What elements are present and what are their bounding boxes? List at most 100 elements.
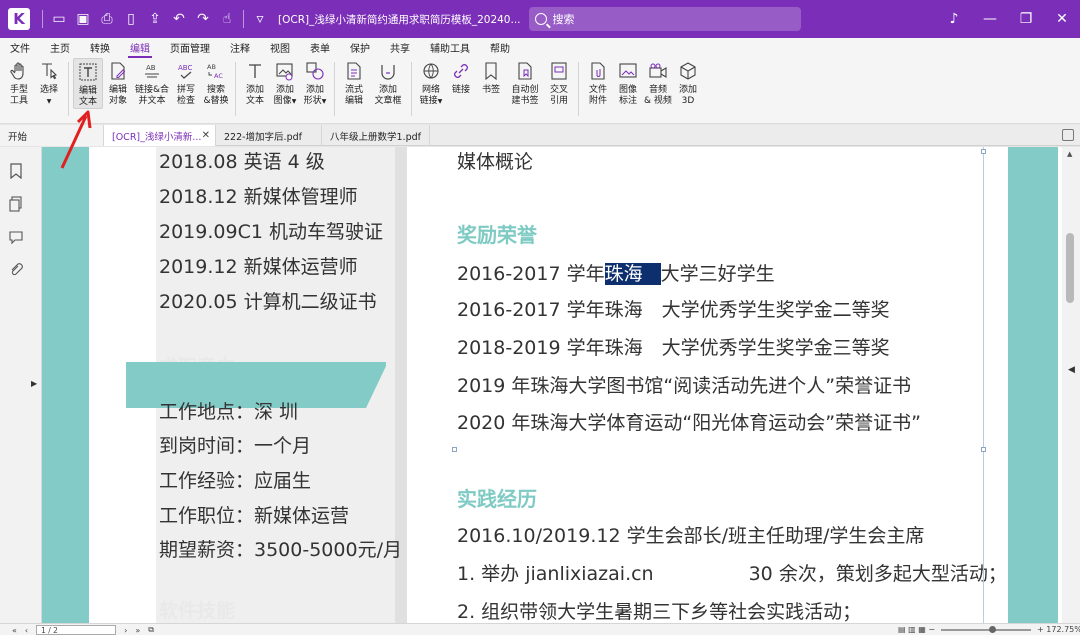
audio-video-button[interactable]: 音频 & 视频 bbox=[643, 58, 673, 107]
print-icon[interactable]: ⎙ bbox=[95, 7, 119, 31]
notification-bell-icon[interactable]: ♪ bbox=[936, 11, 972, 27]
resize-handle[interactable] bbox=[981, 149, 986, 154]
open-folder-icon[interactable]: ▭ bbox=[47, 7, 71, 31]
file-attachment-button[interactable]: 文件 附件 bbox=[583, 58, 613, 107]
add-3d-button[interactable]: 添加 3D bbox=[673, 58, 703, 107]
job-location[interactable]: 工作地点：深 圳 bbox=[159, 397, 298, 424]
select-tool-button[interactable]: 选择 ▼ bbox=[34, 58, 64, 107]
menu-accessibility[interactable]: 辅助工具 bbox=[420, 40, 480, 58]
flow-edit-button[interactable]: 流式 编辑 bbox=[339, 58, 369, 107]
comments-panel-icon[interactable] bbox=[9, 229, 23, 245]
web-link-button[interactable]: 网络 链接▼ bbox=[416, 58, 446, 107]
redo-icon[interactable]: ↷ bbox=[191, 7, 215, 31]
menu-form[interactable]: 表单 bbox=[300, 40, 340, 58]
single-page-view-icon[interactable]: ▤ bbox=[898, 625, 906, 634]
menu-convert[interactable]: 转换 bbox=[80, 40, 120, 58]
edit-object-button[interactable]: 编辑 对象 bbox=[103, 58, 133, 107]
cert-line-1[interactable]: 2018.08 英语 4 级 bbox=[159, 147, 325, 174]
cert-line-4[interactable]: 2019.12 新媒体运营师 bbox=[159, 252, 358, 279]
practice-line-3[interactable]: 2. 组织带领大学生暑期三下乡等社会实践活动； bbox=[457, 597, 861, 623]
job-experience[interactable]: 工作经验：应届生 bbox=[159, 466, 311, 493]
quick-access-dropdown-icon[interactable]: ▿ bbox=[248, 7, 272, 31]
edit-text-button[interactable]: 编辑 文本 bbox=[73, 58, 103, 109]
cert-line-5[interactable]: 2020.05 计算机二级证书 bbox=[159, 287, 377, 314]
job-salary[interactable]: 期望薪资：3500-5000元/月 bbox=[159, 535, 402, 562]
tab-current-document[interactable]: [OCR]_浅绿小清新... ✕ bbox=[104, 125, 216, 146]
menu-edit[interactable]: 编辑 bbox=[120, 40, 160, 58]
close-button[interactable]: ✕ bbox=[1044, 11, 1080, 27]
scroll-thumb[interactable] bbox=[1066, 233, 1074, 303]
menu-protect[interactable]: 保护 bbox=[340, 40, 380, 58]
menu-help[interactable]: 帮助 bbox=[480, 40, 520, 58]
first-page-icon[interactable]: « bbox=[12, 626, 17, 635]
continuous-view-icon[interactable]: ▥ bbox=[908, 625, 916, 634]
job-start-time[interactable]: 到岗时间：一个月 bbox=[159, 431, 311, 458]
prev-page-icon[interactable]: ‹ bbox=[25, 626, 28, 635]
practice-heading[interactable]: 实践经历 bbox=[457, 483, 537, 512]
resize-handle[interactable] bbox=[981, 447, 986, 452]
tab-document-2[interactable]: 222-增加字后.pdf bbox=[216, 125, 322, 146]
zoom-slider[interactable] bbox=[941, 625, 1032, 633]
tab-menu-icon[interactable] bbox=[1062, 129, 1074, 141]
hand-tool-button[interactable]: 手型 工具 bbox=[4, 58, 34, 107]
menu-home[interactable]: 主页 bbox=[40, 40, 80, 58]
search-box[interactable]: 搜索 bbox=[528, 7, 801, 31]
add-textbox-button[interactable]: 添加 文章框 bbox=[369, 58, 407, 107]
award-line-3[interactable]: 2018-2019 学年珠海 大学优秀学生奖学金三等奖 bbox=[457, 333, 890, 360]
award-line-1[interactable]: 2016-2017 学年珠海 大学三好学生 bbox=[457, 259, 775, 286]
menu-share[interactable]: 共享 bbox=[380, 40, 420, 58]
save-icon[interactable]: ▣ bbox=[71, 7, 95, 31]
attachments-panel-icon[interactable] bbox=[9, 262, 23, 278]
award-line-2[interactable]: 2016-2017 学年珠海 大学优秀学生奖学金二等奖 bbox=[457, 295, 890, 322]
search-replace-button[interactable]: AB AC 搜索 &替换 bbox=[201, 58, 231, 107]
auto-bookmark-button[interactable]: 自动创 建书签 bbox=[506, 58, 544, 107]
right-panel-toggle-icon[interactable]: ◀ bbox=[1068, 365, 1075, 375]
zoom-in-icon[interactable]: + bbox=[1037, 625, 1044, 634]
awards-heading[interactable]: 奖励荣誉 bbox=[457, 219, 537, 248]
resize-handle[interactable] bbox=[452, 447, 457, 452]
tab-document-3[interactable]: 八年级上册数学1.pdf bbox=[322, 125, 430, 146]
software-skills-heading[interactable]: 软件技能 bbox=[159, 596, 235, 623]
menu-comment[interactable]: 注释 bbox=[220, 40, 260, 58]
award-line-5[interactable]: 2020 年珠海大学体育运动“阳光体育运动会”荣誉证书” bbox=[457, 408, 921, 435]
bookmark-button[interactable]: 书签 bbox=[476, 58, 506, 96]
cert-line-3[interactable]: 2019.09C1 机动车驾驶证 bbox=[159, 217, 383, 244]
add-text-button[interactable]: 添加 文本 bbox=[240, 58, 270, 107]
course-line[interactable]: 媒体概论 bbox=[457, 147, 533, 174]
next-page-icon[interactable]: › bbox=[124, 626, 127, 635]
zoom-out-icon[interactable]: − bbox=[928, 625, 935, 634]
link-merge-text-button[interactable]: AB 链接&合 并文本 bbox=[133, 58, 171, 107]
close-tab-icon[interactable]: ✕ bbox=[202, 130, 210, 141]
zoom-level[interactable]: 172.75% bbox=[1046, 625, 1080, 634]
document-viewport[interactable]: 2018.08 英语 4 级 2018.12 新媒体管理师 2019.09C1 … bbox=[42, 147, 1062, 623]
two-page-view-icon[interactable]: ▦ bbox=[918, 625, 926, 634]
minimize-button[interactable]: — bbox=[972, 11, 1008, 27]
job-position[interactable]: 工作职位：新媒体运营 bbox=[159, 501, 349, 528]
page-view-icon[interactable]: ⧉ bbox=[148, 625, 154, 635]
practice-line-1[interactable]: 2016.10/2019.12 学生会部长/班主任助理/学生会主席 bbox=[457, 521, 924, 548]
expand-panel-arrow-icon[interactable]: ▶ bbox=[31, 379, 37, 388]
award-line-4[interactable]: 2019 年珠海大学图书馆“阅读活动先进个人”荣誉证书 bbox=[457, 371, 911, 398]
scroll-up-icon[interactable]: ▲ bbox=[1067, 150, 1072, 158]
new-file-icon[interactable]: ▯ bbox=[119, 7, 143, 31]
link-button[interactable]: 链接 bbox=[446, 58, 476, 96]
practice-line-2[interactable]: 1. 举办 jianlixiazai.cn 30 余次，策划多起大型活动； bbox=[457, 559, 1007, 586]
export-icon[interactable]: ⇪ bbox=[143, 7, 167, 31]
menu-page-manage[interactable]: 页面管理 bbox=[160, 40, 220, 58]
zoom-slider-knob[interactable] bbox=[989, 625, 997, 633]
add-shape-button[interactable]: 添加 形状▼ bbox=[300, 58, 330, 107]
vertical-scrollbar[interactable]: ▲ ◀ bbox=[1062, 147, 1080, 623]
spell-check-button[interactable]: ABC 拼写 检查 bbox=[171, 58, 201, 107]
cert-line-2[interactable]: 2018.12 新媒体管理师 bbox=[159, 182, 358, 209]
add-image-button[interactable]: 添加 图像▼ bbox=[270, 58, 300, 107]
menu-view[interactable]: 视图 bbox=[260, 40, 300, 58]
pages-panel-icon[interactable] bbox=[9, 196, 23, 212]
last-page-icon[interactable]: » bbox=[135, 626, 140, 635]
cross-reference-button[interactable]: 交叉 引用 bbox=[544, 58, 574, 107]
hand-dropdown-icon[interactable]: ☝ bbox=[215, 7, 239, 31]
restore-button[interactable]: ❐ bbox=[1008, 11, 1044, 27]
page-number-input[interactable]: 1 / 2 bbox=[36, 625, 117, 635]
bookmark-panel-icon[interactable] bbox=[9, 163, 23, 179]
undo-icon[interactable]: ↶ bbox=[167, 7, 191, 31]
menu-file[interactable]: 文件 bbox=[0, 40, 40, 58]
